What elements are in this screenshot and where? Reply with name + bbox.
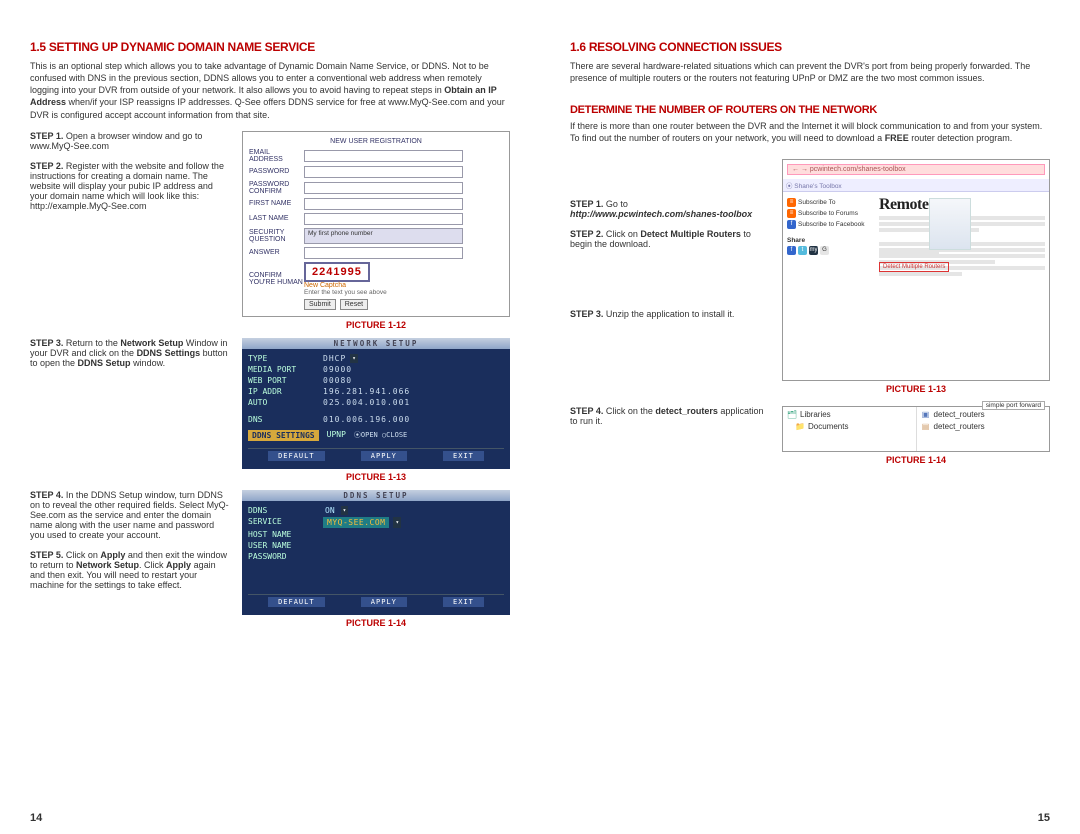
figure-r-1-14-explorer: simple port forward 🗂Libraries 📁Document… [782, 406, 1050, 452]
step-1: STEP 1. Open a browser window and go to … [30, 131, 230, 151]
chevron-down-icon[interactable]: ▾ [350, 354, 358, 363]
intro-paragraph: This is an optional step which allows yo… [30, 60, 510, 121]
twitter-icon[interactable]: t [798, 246, 807, 255]
row-r-step4: STEP 4. Click on the detect_routers appl… [570, 406, 1050, 465]
figure-caption: PICTURE 1-14 [782, 455, 1050, 465]
apply-button[interactable]: APPLY [361, 597, 407, 607]
exit-button[interactable]: EXIT [443, 597, 484, 607]
exe-icon: ▣ [921, 410, 931, 420]
step-r2: STEP 2. Click on Detect Multiple Routers… [570, 229, 770, 249]
zip-icon: ▤ [921, 422, 931, 432]
page-15: 1.6 RESOLVING CONNECTION ISSUES There ar… [540, 0, 1080, 834]
rss-icon: ≡ [787, 198, 796, 207]
figure-caption: PICTURE 1-12 [242, 320, 510, 330]
step-r4: STEP 4. Click on the detect_routers appl… [570, 406, 770, 426]
chevron-down-icon[interactable]: ▾ [393, 517, 401, 528]
page-number: 14 [30, 812, 42, 824]
section-heading: 1.5 SETTING UP DYNAMIC DOMAIN NAME SERVI… [30, 40, 510, 54]
figure-1-14-ddns-setup: DDNS SETUP DDNSON▾ SERVICEMYQ-SEE.COM▾ H… [242, 490, 510, 615]
figure-r-1-13-browser: ← → pcwintech.com/shanes-toolbox ⦿ Shane… [782, 159, 1050, 381]
reset-button[interactable]: Reset [340, 299, 368, 310]
detect-routers-zip[interactable]: ▤detect_routers [921, 421, 1046, 433]
sub-paragraph: If there is more than one router between… [570, 120, 1050, 144]
myspace-icon[interactable]: my [809, 246, 818, 255]
intro-paragraph: There are several hardware-related situa… [570, 60, 1050, 84]
libraries-icon: 🗂 [787, 410, 797, 420]
facebook-icon[interactable]: f [787, 246, 796, 255]
url-bar[interactable]: ← → pcwintech.com/shanes-toolbox [787, 164, 1045, 175]
facebook-icon: f [787, 220, 796, 229]
default-button[interactable]: DEFAULT [268, 451, 325, 461]
device-image [929, 198, 971, 250]
apply-button[interactable]: APPLY [361, 451, 407, 461]
sub-heading: DETERMINE THE NUMBER OF ROUTERS ON THE N… [570, 104, 1050, 116]
step-r3: STEP 3. Unzip the application to install… [570, 309, 770, 319]
rss-icon: ≡ [787, 209, 796, 218]
figure-caption: PICTURE 1-13 [242, 472, 510, 482]
section-heading: 1.6 RESOLVING CONNECTION ISSUES [570, 40, 1050, 54]
captcha-value: 2241995 [304, 262, 370, 282]
step-4: STEP 4. In the DDNS Setup window, turn D… [30, 490, 230, 540]
ddns-settings-button[interactable]: DDNS SETTINGS [248, 430, 319, 441]
exit-button[interactable]: EXIT [443, 451, 484, 461]
row-step4-5: STEP 4. In the DDNS Setup window, turn D… [30, 490, 510, 628]
row-step1-2: STEP 1. Open a browser window and go to … [30, 131, 510, 330]
window-title-badge: simple port forward [982, 401, 1045, 410]
page-14: 1.5 SETTING UP DYNAMIC DOMAIN NAME SERVI… [0, 0, 540, 834]
chevron-down-icon[interactable]: ▾ [341, 506, 349, 515]
page-number: 15 [1038, 812, 1050, 824]
row-r-step1-2: STEP 1. Go to http://www.pcwintech.com/s… [570, 159, 1050, 394]
google-icon[interactable]: G [820, 246, 829, 255]
row-step3: STEP 3. Return to the Network Setup Wind… [30, 338, 510, 482]
figure-caption: PICTURE 1-14 [242, 618, 510, 628]
figure-1-13-network-setup: NETWORK SETUP TYPEDHCP▾ MEDIA PORT09000 … [242, 338, 510, 469]
step-r1: STEP 1. Go to http://www.pcwintech.com/s… [570, 199, 770, 219]
step-2: STEP 2. Register with the website and fo… [30, 161, 230, 211]
detect-routers-exe[interactable]: ▣detect_routers [921, 409, 1046, 421]
figure-1-12: NEW USER REGISTRATION EMAIL ADDRESS PASS… [242, 131, 510, 317]
step-3: STEP 3. Return to the Network Setup Wind… [30, 338, 230, 368]
submit-button[interactable]: Submit [304, 299, 336, 310]
default-button[interactable]: DEFAULT [268, 597, 325, 607]
figure-caption: PICTURE 1-13 [782, 384, 1050, 394]
folder-icon: 📁 [795, 422, 805, 432]
detect-multiple-routers-link[interactable]: Detect Multiple Routers [879, 262, 949, 272]
step-5: STEP 5. Click on Apply and then exit the… [30, 550, 230, 590]
